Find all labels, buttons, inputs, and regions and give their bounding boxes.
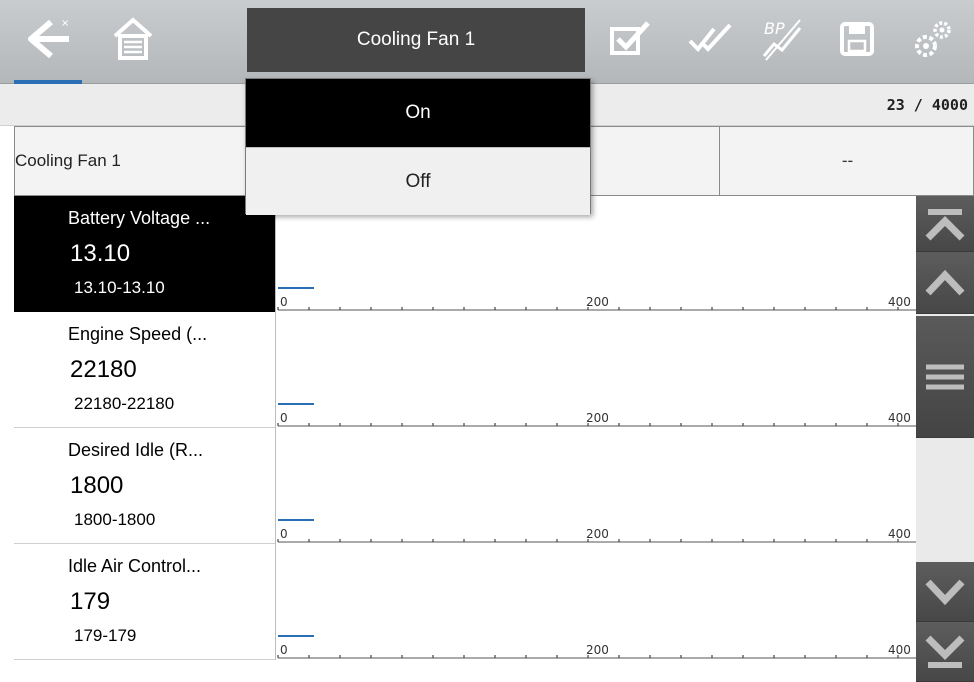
- dropdown-option-on-label: On: [405, 102, 431, 123]
- scroll-thumb[interactable]: [916, 316, 974, 438]
- toolbar: × Cooling Fan 1 BP: [0, 0, 974, 84]
- graph-tick-label: 0: [280, 411, 288, 425]
- settings-icon[interactable]: [898, 6, 968, 72]
- scrollbar[interactable]: [916, 196, 974, 682]
- scroll-down-button[interactable]: [916, 562, 974, 622]
- pid-control-value: --: [720, 127, 974, 195]
- graph-tick-label: 0: [280, 295, 288, 309]
- graph-tick-label: 200: [586, 643, 609, 657]
- frame-counter: 23 / 4000: [886, 96, 968, 114]
- pid-control-value-text: --: [841, 151, 854, 170]
- graph-canvas: 0 200 400: [277, 635, 916, 659]
- scroll-up-button[interactable]: [916, 252, 974, 314]
- scroll-bottom-button[interactable]: [916, 622, 974, 682]
- svg-text:×: ×: [61, 18, 69, 29]
- graph-tick-label: 400: [888, 527, 911, 541]
- pid-label-cell[interactable]: Desired Idle (R... 1800 1800-1800: [14, 428, 276, 544]
- pid-value: 1800: [70, 472, 124, 499]
- graph-tick-label: 0: [280, 643, 288, 657]
- pid-title-button[interactable]: Cooling Fan 1: [247, 8, 585, 72]
- double-chevron-down-icon: [925, 635, 965, 668]
- pid-name: Idle Air Control...: [68, 556, 202, 576]
- grip-icon: [926, 364, 964, 389]
- double-check-icon[interactable]: [676, 6, 746, 72]
- svg-text:BP: BP: [764, 19, 785, 38]
- double-chevron-up-icon: [925, 208, 965, 240]
- pid-range: 179-179: [74, 626, 137, 645]
- graph-tick-label: 400: [888, 643, 911, 657]
- pid-graph[interactable]: 0 200 400: [276, 544, 916, 660]
- back-icon[interactable]: ×: [14, 6, 84, 72]
- check-icon[interactable]: [596, 6, 666, 72]
- graph-tick-label: 200: [586, 411, 609, 425]
- chevron-up-icon: [925, 269, 965, 295]
- data-row[interactable]: Idle Air Control... 179 179-179 0 200 400: [14, 544, 916, 660]
- pid-title-label: Cooling Fan 1: [356, 29, 476, 50]
- pid-range: 13.10-13.10: [74, 278, 165, 297]
- chevron-down-icon: [925, 579, 965, 605]
- pid-value-dropdown: On Off: [245, 78, 591, 215]
- pid-value: 179: [70, 588, 111, 615]
- pid-label-cell[interactable]: Battery Voltage ... 13.10 13.10-13.10: [14, 196, 276, 312]
- dropdown-option-on[interactable]: On: [246, 79, 590, 147]
- pid-name: Desired Idle (R...: [68, 440, 204, 460]
- graph-tick-label: 0: [280, 527, 288, 541]
- pid-label-cell[interactable]: Idle Air Control... 179 179-179: [14, 544, 276, 660]
- data-row[interactable]: Engine Speed (... 22180 22180-22180 0 200 400: [14, 312, 916, 428]
- pid-label-cell[interactable]: Engine Speed (... 22180 22180-22180: [14, 312, 276, 428]
- pid-value: 13.10: [70, 240, 131, 267]
- pid-graph[interactable]: 0 200 400: [276, 312, 916, 428]
- pid-value: 22180: [70, 356, 137, 383]
- home-icon[interactable]: [98, 6, 168, 72]
- pid-name: Battery Voltage ...: [68, 208, 211, 228]
- save-icon[interactable]: [822, 6, 892, 72]
- dropdown-option-off-label: Off: [405, 170, 431, 192]
- pid-control-name: Cooling Fan 1: [15, 151, 121, 170]
- graph-tick-label: 200: [586, 295, 609, 309]
- pid-range: 1800-1800: [74, 510, 156, 529]
- data-row[interactable]: Desired Idle (R... 1800 1800-1800 0 200 400: [14, 428, 916, 544]
- pid-graph[interactable]: 0 200 400: [276, 428, 916, 544]
- graph-canvas: 0 200 400: [277, 519, 916, 543]
- graph-canvas: 0 200 400: [277, 403, 916, 427]
- scroll-top-button[interactable]: [916, 196, 974, 252]
- graph-edit-icon[interactable]: BP: [748, 6, 818, 72]
- graph-tick-label: 400: [888, 295, 911, 309]
- pid-name: Engine Speed (...: [68, 324, 208, 344]
- graph-tick-label: 200: [586, 527, 609, 541]
- dropdown-option-off[interactable]: Off: [246, 147, 590, 215]
- pid-range: 22180-22180: [74, 394, 175, 413]
- graph-tick-label: 400: [888, 411, 911, 425]
